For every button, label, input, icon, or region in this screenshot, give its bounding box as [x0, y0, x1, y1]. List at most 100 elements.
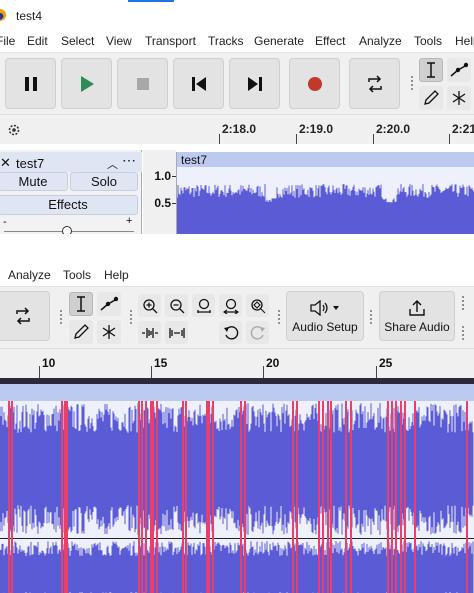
menu-effect[interactable]: Effect — [315, 34, 345, 48]
loop-button-2[interactable] — [0, 291, 50, 341]
clipping-marker — [141, 401, 143, 593]
timeline-ruler[interactable]: 2:18.0 2:19.0 2:20.0 2:21 — [0, 114, 474, 144]
toolbar-grip[interactable] — [59, 309, 63, 325]
envelope-icon — [450, 62, 468, 77]
zoom-toggle-button[interactable] — [246, 294, 269, 317]
ruler-tick — [151, 366, 152, 378]
audacity-logo-icon — [0, 9, 6, 21]
menu-generate[interactable]: Generate — [254, 34, 304, 48]
pause-icon — [24, 76, 37, 91]
clipping-marker — [64, 401, 66, 593]
menu-view[interactable]: View — [106, 34, 132, 48]
menu-file[interactable]: File — [0, 34, 15, 48]
track-menu-icon[interactable]: ⋯ — [122, 152, 136, 169]
menu-bar: File Edit Select View Transport Tracks G… — [0, 30, 474, 52]
trim-button[interactable] — [138, 321, 161, 344]
menu-analyze[interactable]: Analyze — [359, 34, 402, 48]
waveform[interactable] — [177, 167, 474, 234]
zoom-in-button[interactable] — [138, 294, 161, 317]
ruler-tick — [376, 366, 377, 378]
clipping-marker — [330, 401, 332, 593]
selection-tool-2[interactable] — [69, 292, 93, 316]
redo-button[interactable] — [246, 321, 269, 344]
stop-icon — [136, 77, 149, 90]
envelope-tool-2[interactable] — [97, 292, 121, 316]
zoom-fit-icon — [222, 298, 239, 314]
clipping-marker — [61, 401, 63, 593]
pencil-icon — [74, 324, 89, 339]
effects-button[interactable]: Effects — [0, 195, 138, 215]
toolbar-grip[interactable] — [369, 309, 373, 325]
menu-help[interactable]: Help — [455, 34, 474, 48]
menu-transport[interactable]: Transport — [145, 34, 196, 48]
clip-title-bar-2[interactable] — [0, 384, 474, 401]
ruler-tick — [449, 134, 450, 144]
ruler-label: 2:21 — [452, 122, 474, 136]
zoom-out-button[interactable] — [165, 294, 188, 317]
ruler-label: 25 — [379, 356, 393, 370]
solo-button[interactable]: Solo — [70, 172, 138, 191]
draw-tool-2[interactable] — [69, 320, 93, 344]
zoom-toggle-icon — [250, 298, 265, 313]
vertical-scale[interactable]: 1.0 0.5 — [143, 150, 176, 234]
clipping-marker — [345, 401, 347, 593]
clipping-marker — [350, 401, 352, 593]
undo-button[interactable] — [219, 321, 242, 344]
clip-title-bar[interactable]: test7 — [177, 152, 474, 167]
clipping-marker — [145, 401, 147, 593]
menu-tools[interactable]: Tools — [414, 34, 442, 48]
menu-tracks[interactable]: Tracks — [208, 34, 244, 48]
envelope-tool[interactable] — [447, 58, 471, 82]
mute-button[interactable]: Mute — [0, 172, 68, 191]
selection-tool[interactable] — [419, 58, 443, 82]
track-name[interactable]: test7 — [16, 156, 44, 171]
clip-name: test7 — [181, 153, 208, 167]
timeline-ruler-2[interactable]: 10 15 20 25 — [0, 348, 474, 378]
menu-analyze-2[interactable]: Analyze — [8, 268, 51, 282]
audio-setup-label: Audio Setup — [292, 320, 358, 334]
menu-select[interactable]: Select — [61, 34, 94, 48]
play-button[interactable] — [61, 58, 112, 109]
stop-button[interactable] — [117, 58, 168, 109]
toolbar-grip[interactable] — [461, 295, 465, 311]
gear-icon[interactable] — [6, 122, 22, 138]
share-audio-button[interactable]: Share Audio — [379, 291, 455, 341]
pause-button[interactable] — [5, 58, 56, 109]
slider-minus: - — [3, 216, 7, 228]
skip-to-end-button[interactable] — [229, 58, 280, 109]
menu-tools-2[interactable]: Tools — [63, 268, 91, 282]
toolbar-grip[interactable] — [410, 75, 414, 91]
window-title: test4 — [16, 9, 43, 23]
audio-setup-button[interactable]: Audio Setup — [286, 291, 364, 341]
toolbar-grip[interactable] — [277, 309, 281, 325]
close-track-icon[interactable]: ✕ — [0, 155, 11, 171]
title-bar: test4 — [0, 0, 474, 30]
draw-tool[interactable] — [419, 86, 443, 110]
transport-toolbar — [0, 52, 474, 114]
stereo-waveform[interactable] — [0, 401, 474, 593]
ruler-tick — [263, 366, 264, 378]
toolbar-grip[interactable] — [461, 325, 465, 341]
collapse-icon[interactable]: ︿ — [107, 156, 118, 172]
clipping-marker — [322, 401, 324, 593]
clipping-marker — [206, 401, 208, 593]
waveform-zoomed[interactable] — [0, 401, 474, 593]
fit-project-button[interactable] — [219, 294, 242, 317]
audio-clip[interactable]: test7 — [176, 152, 474, 234]
i-beam-icon — [77, 296, 85, 312]
multi-tool[interactable] — [447, 86, 471, 110]
scale-label: 0.5 — [154, 196, 171, 210]
loop-button[interactable] — [349, 58, 400, 109]
record-button[interactable] — [289, 58, 340, 109]
skip-to-start-button[interactable] — [173, 58, 224, 109]
fit-selection-button[interactable] — [192, 294, 215, 317]
menu-edit[interactable]: Edit — [27, 34, 48, 48]
record-icon — [307, 76, 322, 91]
track-control-panel: ✕ test7 ︿ ⋯ Mute Solo Effects - + — [0, 150, 142, 234]
silence-button[interactable] — [165, 321, 188, 344]
toolbar-grip[interactable] — [129, 309, 133, 325]
clipping-marker — [138, 401, 140, 593]
multi-tool-2[interactable] — [97, 320, 121, 344]
menu-help-2[interactable]: Help — [104, 268, 129, 282]
clipping-marker — [292, 401, 294, 593]
